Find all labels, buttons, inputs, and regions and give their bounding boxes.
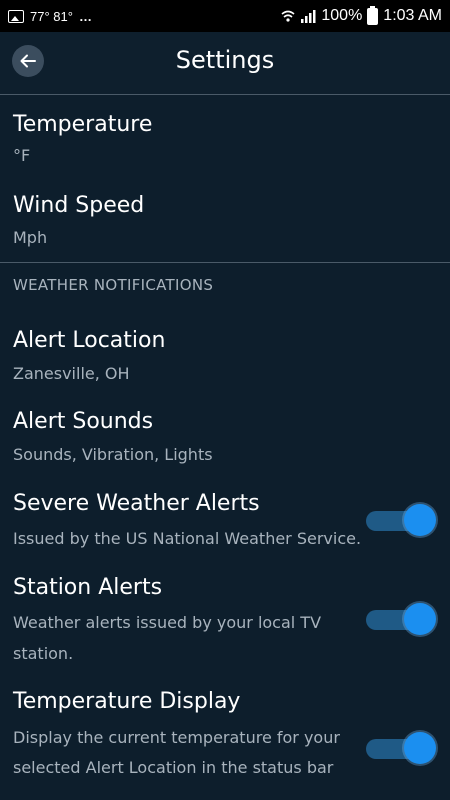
severe-weather-alerts-setting: Severe Weather Alerts Issued by the US N… xyxy=(0,480,450,564)
toggle-knob xyxy=(404,504,436,536)
clock: 1:03 AM xyxy=(383,7,442,24)
status-temperatures: 77° 81° xyxy=(30,8,73,24)
temperature-display-toggle[interactable] xyxy=(366,730,436,764)
app-header: Settings xyxy=(0,32,450,95)
station-alerts-setting: Station Alerts Weather alerts issued by … xyxy=(0,566,450,680)
temperature-display-description-line2: selected Alert Location in the status ba… xyxy=(13,758,334,777)
toggle-knob xyxy=(404,603,436,635)
alert-sounds-title: Alert Sounds xyxy=(13,409,154,434)
temperature-display-setting: Temperature Display Display the current … xyxy=(0,680,450,800)
station-alerts-title: Station Alerts xyxy=(13,575,163,600)
severe-weather-alerts-description: Issued by the US National Weather Servic… xyxy=(13,529,362,548)
alert-sounds-value: Sounds, Vibration, Lights xyxy=(13,445,213,464)
page-title: Settings xyxy=(175,46,275,74)
wind-speed-setting[interactable]: Wind Speed Mph xyxy=(0,176,450,262)
alert-location-setting[interactable]: Alert Location Zanesville, OH xyxy=(0,318,450,398)
station-alerts-toggle[interactable] xyxy=(366,601,436,635)
battery-icon xyxy=(367,5,379,25)
temperature-display-description-line1: Display the current temperature for your xyxy=(13,728,340,747)
wifi-icon xyxy=(281,10,295,22)
temperature-display-title: Temperature Display xyxy=(13,689,241,714)
wind-speed-title: Wind Speed xyxy=(13,193,145,218)
alert-sounds-setting[interactable]: Alert Sounds Sounds, Vibration, Lights xyxy=(0,399,450,479)
status-bar-right: 100% 1:03 AM xyxy=(281,5,442,26)
severe-weather-alerts-toggle[interactable] xyxy=(366,502,436,536)
temperature-value: °F xyxy=(13,146,31,165)
temperature-title: Temperature xyxy=(13,112,153,137)
alert-location-title: Alert Location xyxy=(13,328,166,353)
signal-icon xyxy=(301,10,316,23)
alert-location-value: Zanesville, OH xyxy=(13,364,130,383)
status-bar: 77° 81° … 100% 1:03 AM xyxy=(0,0,450,32)
temperature-setting[interactable]: Temperature °F xyxy=(0,94,450,176)
station-alerts-description-line2: station. xyxy=(13,644,74,663)
severe-weather-alerts-title: Severe Weather Alerts xyxy=(13,491,260,516)
more-notifications-icon: … xyxy=(78,8,93,24)
toggle-knob xyxy=(404,732,436,764)
battery-percentage: 100% xyxy=(321,7,363,24)
divider xyxy=(0,262,450,263)
image-icon xyxy=(8,9,24,23)
section-header-weather-notifications: WEATHER NOTIFICATIONS xyxy=(13,276,214,294)
station-alerts-description-line1: Weather alerts issued by your local TV xyxy=(13,613,322,632)
status-bar-left: 77° 81° … xyxy=(8,6,93,26)
wind-speed-value: Mph xyxy=(13,228,48,247)
